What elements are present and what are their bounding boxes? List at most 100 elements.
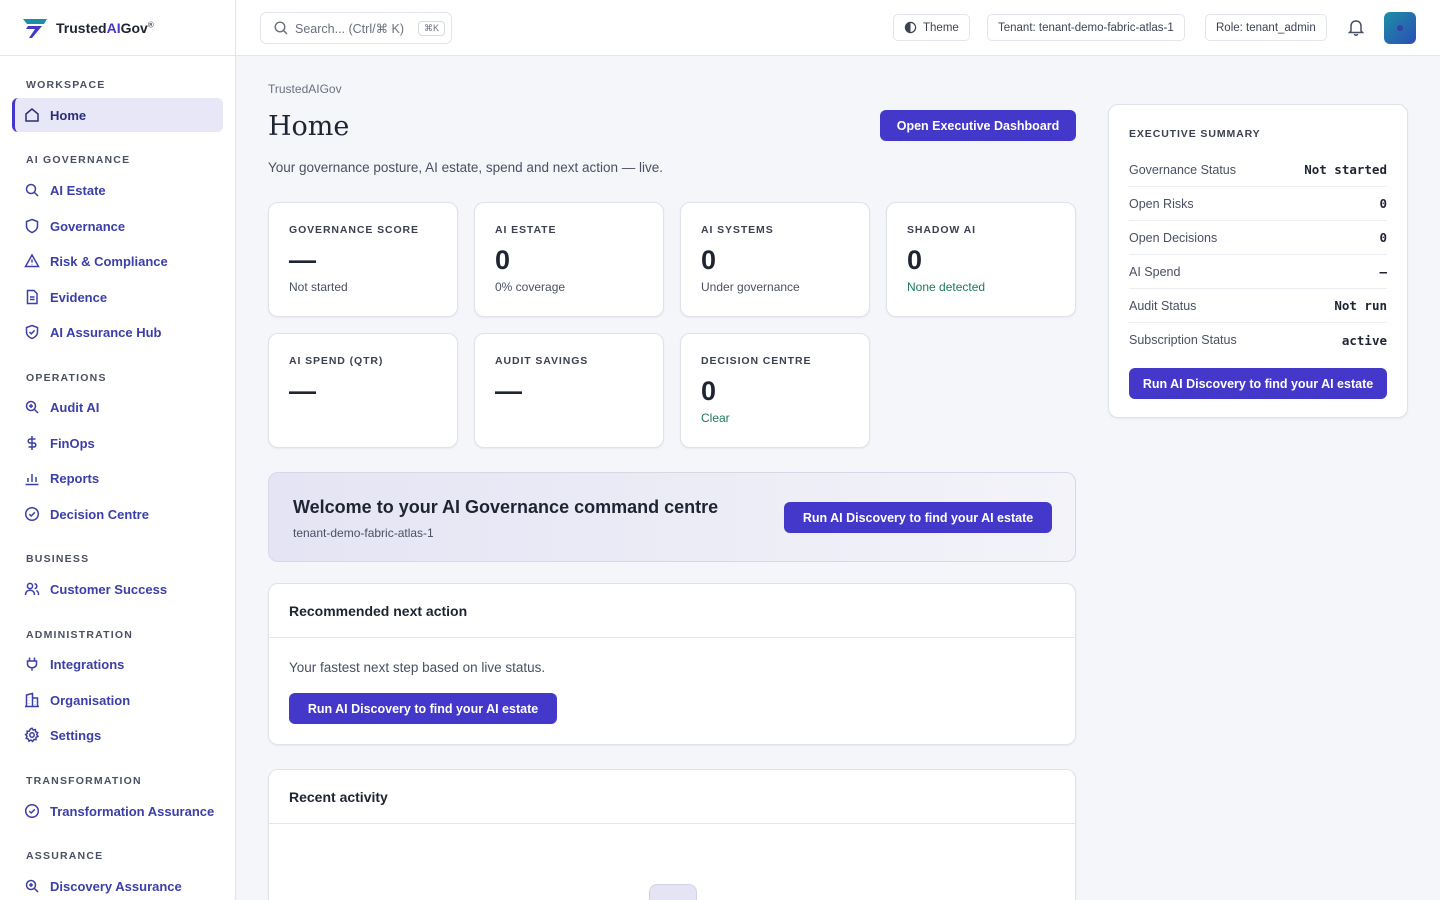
empty-state-icon bbox=[649, 884, 697, 900]
avatar[interactable] bbox=[1384, 12, 1416, 44]
summary-row-label: Subscription Status bbox=[1129, 333, 1237, 347]
summary-row: Open Risks 0 bbox=[1129, 187, 1387, 221]
kpi-label: AI Systems bbox=[701, 224, 774, 236]
brand[interactable]: TrustedAIGov® bbox=[0, 0, 235, 56]
building-icon bbox=[25, 692, 39, 708]
sidebar-item-reports[interactable]: Reports bbox=[12, 461, 223, 495]
sidebar-item-home[interactable]: Home bbox=[12, 98, 223, 132]
sidebar-item-audit-ai[interactable]: Audit AI bbox=[12, 390, 223, 424]
kpi-card-ai-spend[interactable]: AI Spend (QTR) — bbox=[268, 333, 458, 448]
summary-title: Executive Summary bbox=[1129, 128, 1261, 140]
kpi-subtext: 0% coverage bbox=[495, 279, 566, 294]
summary-row-value: Not started bbox=[1304, 162, 1387, 177]
sidebar-item-risk-compliance[interactable]: Risk & Compliance bbox=[12, 244, 223, 278]
role-label: Role: tenant_admin bbox=[1216, 21, 1316, 34]
sidebar-item-label: Decision Centre bbox=[50, 506, 149, 522]
recent-activity-panel: Recent activity bbox=[268, 769, 1076, 900]
sidebar-item-ai-assurance-hub[interactable]: AI Assurance Hub bbox=[12, 315, 223, 349]
run-ai-discovery-button[interactable]: Run AI Discovery to find your AI estate bbox=[784, 502, 1052, 533]
theme-toggle-button[interactable]: Theme bbox=[893, 14, 970, 41]
document-icon bbox=[26, 289, 38, 305]
kpi-card-governance-score[interactable]: Governance Score — Not started bbox=[268, 202, 458, 317]
sidebar-item-label: FinOps bbox=[50, 435, 95, 451]
breadcrumb[interactable]: TrustedAIGov bbox=[268, 82, 342, 96]
role-selector[interactable]: Role: tenant_admin bbox=[1205, 14, 1327, 41]
zoom-icon bbox=[25, 400, 39, 414]
welcome-banner: Welcome to your AI Governance command ce… bbox=[268, 472, 1076, 562]
summary-row-label: Open Decisions bbox=[1129, 230, 1218, 245]
sidebar-item-label: Reports bbox=[50, 470, 100, 486]
kpi-card-audit-savings[interactable]: Audit Savings — bbox=[474, 333, 664, 448]
summary-row-label: Governance Status bbox=[1129, 162, 1237, 177]
summary-row: Audit Status Not run bbox=[1129, 289, 1387, 323]
run-ai-discovery-button[interactable]: Run AI Discovery to find your AI estate bbox=[1129, 368, 1387, 399]
kpi-card-ai-systems[interactable]: AI Systems 0 Under governance bbox=[680, 202, 870, 317]
summary-row-value: Not run bbox=[1334, 298, 1387, 313]
kpi-value: — bbox=[495, 376, 522, 406]
sidebar-item-settings[interactable]: Settings bbox=[12, 718, 223, 752]
sidebar-item-label: AI Estate bbox=[50, 182, 106, 198]
sidebar-item-organisation[interactable]: Organisation bbox=[12, 683, 223, 717]
kpi-label: Decision Centre bbox=[701, 355, 812, 367]
summary-row: Subscription Status active bbox=[1129, 323, 1387, 357]
next-action-panel: Recommended next action Your fastest nex… bbox=[268, 583, 1076, 745]
summary-row-value: active bbox=[1341, 332, 1387, 348]
next-action-title: Recommended next action bbox=[269, 584, 1075, 638]
kpi-value: 0 bbox=[495, 245, 511, 275]
zoom-icon bbox=[25, 879, 39, 893]
welcome-tenant: tenant-demo-fabric-atlas-1 bbox=[293, 526, 434, 540]
sidebar-item-label: Evidence bbox=[50, 289, 108, 305]
bell-icon[interactable] bbox=[1346, 17, 1366, 37]
page-title: Home bbox=[268, 111, 350, 142]
nav-section-administration: Administration bbox=[26, 629, 134, 641]
kpi-label: Audit Savings bbox=[495, 355, 589, 367]
sidebar-item-label: Discovery Assurance bbox=[50, 878, 182, 894]
kpi-label: AI Spend (QTR) bbox=[289, 355, 384, 367]
summary-row-value: 0 bbox=[1379, 230, 1387, 245]
shield-icon bbox=[25, 218, 39, 234]
open-executive-dashboard-button[interactable]: Open Executive Dashboard bbox=[880, 110, 1076, 141]
tenant-selector[interactable]: Tenant: tenant-demo-fabric-atlas-1 bbox=[987, 14, 1185, 41]
sidebar-item-discovery-assurance[interactable]: Discovery Assurance bbox=[12, 869, 223, 900]
users-icon bbox=[24, 582, 40, 596]
sidebar-item-label: Risk & Compliance bbox=[50, 253, 168, 269]
sidebar-item-finops[interactable]: FinOps bbox=[12, 426, 223, 460]
kpi-card-decision-centre[interactable]: Decision Centre 0 Clear bbox=[680, 333, 870, 448]
kpi-label: Shadow AI bbox=[907, 224, 976, 236]
summary-row-label: Open Risks bbox=[1129, 196, 1194, 211]
sidebar-item-evidence[interactable]: Evidence bbox=[12, 280, 223, 314]
sidebar-item-label: Integrations bbox=[50, 656, 125, 672]
topbar: Search... (Ctrl/⌘ K) ⌘K Theme Tenant: te… bbox=[236, 0, 1440, 56]
sidebar-item-label: Governance bbox=[50, 218, 126, 234]
sidebar-item-customer-success[interactable]: Customer Success bbox=[12, 572, 223, 606]
nav-section-assurance: Assurance bbox=[26, 850, 104, 862]
kpi-subtext: Under governance bbox=[701, 279, 800, 294]
nav-section-business: Business bbox=[26, 553, 90, 565]
summary-row-label: Audit Status bbox=[1129, 298, 1197, 313]
kpi-value: — bbox=[289, 245, 316, 275]
sidebar-item-ai-estate[interactable]: AI Estate bbox=[12, 173, 223, 207]
summary-row: Governance Status Not started bbox=[1129, 153, 1387, 187]
search-input[interactable]: Search... (Ctrl/⌘ K) ⌘K bbox=[260, 12, 452, 44]
check-circle-icon bbox=[24, 803, 40, 819]
kpi-label: AI Estate bbox=[495, 224, 557, 236]
summary-row: AI Spend — bbox=[1129, 255, 1387, 289]
sidebar-item-transformation-assurance[interactable]: Transformation Assurance bbox=[12, 794, 223, 828]
sidebar-item-label: Audit AI bbox=[50, 399, 100, 415]
sidebar-item-decision-centre[interactable]: Decision Centre bbox=[12, 497, 223, 531]
nav-section-ai-governance: AI Governance bbox=[26, 154, 131, 166]
kpi-card-ai-estate[interactable]: AI Estate 0 0% coverage bbox=[474, 202, 664, 317]
sidebar-item-governance[interactable]: Governance bbox=[12, 209, 223, 243]
brand-logo-icon bbox=[23, 18, 47, 38]
kpi-card-shadow-ai[interactable]: Shadow AI 0 None detected bbox=[886, 202, 1076, 317]
theme-label: Theme bbox=[923, 21, 959, 34]
executive-summary-card: Executive Summary Governance Status Not s… bbox=[1108, 104, 1408, 418]
sidebar-item-label: Home bbox=[50, 107, 87, 123]
sidebar-item-label: AI Assurance Hub bbox=[50, 324, 162, 340]
kpi-subtext: Not started bbox=[289, 279, 348, 294]
run-ai-discovery-button[interactable]: Run AI Discovery to find your AI estate bbox=[289, 693, 557, 724]
search-shortcut-badge: ⌘K bbox=[418, 20, 446, 36]
sidebar-item-integrations[interactable]: Integrations bbox=[12, 647, 223, 681]
sidebar-item-label: Transformation Assurance bbox=[50, 803, 215, 819]
summary-row-value: — bbox=[1379, 264, 1387, 279]
